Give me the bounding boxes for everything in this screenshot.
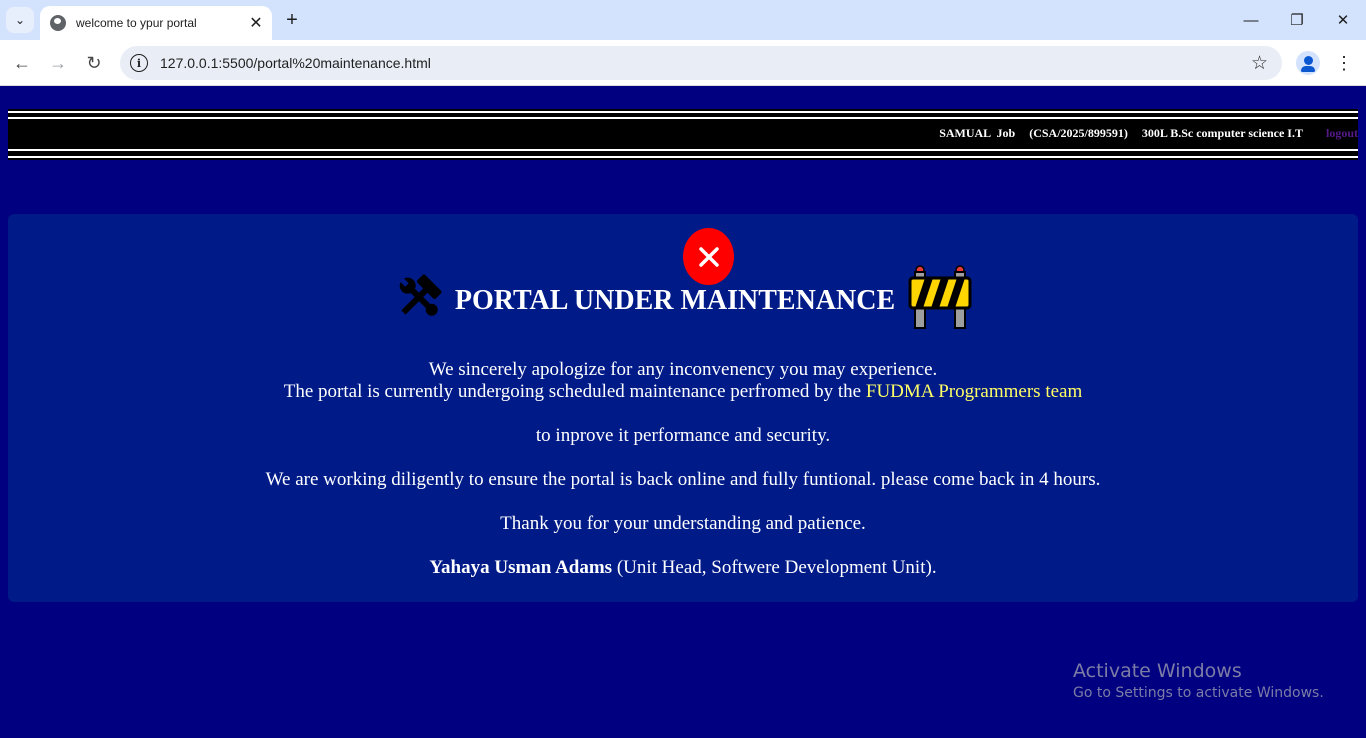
restore-button[interactable]: ❐ xyxy=(1274,0,1320,40)
page-title: PORTAL UNDER MAINTENANCE xyxy=(454,285,896,316)
header-rule-bottom-2 xyxy=(8,156,1358,158)
site-info-icon[interactable]: i xyxy=(130,54,148,72)
new-tab-button[interactable]: + xyxy=(280,8,304,32)
header-rule-top-1 xyxy=(8,111,1358,113)
globe-icon xyxy=(50,15,66,31)
browser-tab-bar: ⌄ welcome to ypur portal ✕ + — ❐ ✕ xyxy=(0,0,1366,40)
browser-tab[interactable]: welcome to ypur portal ✕ xyxy=(40,6,272,40)
construction-barrier-icon xyxy=(907,264,973,338)
chevron-down-icon: ⌄ xyxy=(14,13,26,27)
url-text[interactable]: 127.0.0.1:5500/portal%20maintenance.html xyxy=(160,55,431,71)
tools-icon xyxy=(393,271,445,331)
browser-toolbar: ← → ↻ i 127.0.0.1:5500/portal%20maintena… xyxy=(0,40,1366,86)
student-program: 300L B.Sc computer science I.T xyxy=(1141,126,1303,140)
browser-menu-icon[interactable]: ⋮ xyxy=(1332,51,1356,75)
apology-line: We sincerely apologize for any inconvene… xyxy=(428,359,938,380)
minimize-button[interactable]: — xyxy=(1228,0,1274,40)
maintenance-notice-card: PORTAL UNDER MAINTENANCE We sincerely ap… xyxy=(8,214,1358,602)
student-info: SAMUAL Job (CSA/2025/899591) 300L B.Sc c… xyxy=(925,126,1358,141)
address-bar[interactable]: i 127.0.0.1:5500/portal%20maintenance.ht… xyxy=(120,46,1282,80)
reload-button[interactable]: ↻ xyxy=(82,51,106,75)
team-name: FUDMA Programmers team xyxy=(865,381,1083,402)
maintenance-heading-row: PORTAL UNDER MAINTENANCE xyxy=(8,264,1358,338)
back-button[interactable]: ← xyxy=(10,51,34,75)
forward-button[interactable]: → xyxy=(46,51,70,75)
maintenance-info-line: The portal is currently undergoing sched… xyxy=(8,381,1358,403)
thank-you-line: Thank you for your understanding and pat… xyxy=(500,513,866,534)
watermark-subtitle: Go to Settings to activate Windows. xyxy=(1073,685,1324,701)
tab-title: welcome to ypur portal xyxy=(76,16,197,30)
header-rule-bottom-1 xyxy=(8,149,1358,151)
logout-link[interactable]: logout xyxy=(1326,126,1358,141)
profile-icon-head xyxy=(1303,56,1313,65)
student-reg-no: (CSA/2025/899591) xyxy=(1029,126,1128,140)
tab-close-icon[interactable]: ✕ xyxy=(246,13,266,33)
signatory-name: Yahaya Usman Adams xyxy=(429,557,613,578)
student-name: SAMUAL Job xyxy=(939,126,1016,140)
windows-activation-watermark: Activate Windows Go to Settings to activ… xyxy=(1073,660,1324,701)
page-content: SAMUAL Job (CSA/2025/899591) 300L B.Sc c… xyxy=(0,87,1366,738)
signatory-role: (Unit Head, Softwere Development Unit). xyxy=(612,557,937,578)
tab-search-button[interactable]: ⌄ xyxy=(6,7,34,33)
profile-icon-body xyxy=(1301,66,1315,72)
signature-line: Yahaya Usman Adams (Unit Head, Softwere … xyxy=(8,557,1358,579)
bookmark-star-icon[interactable]: ☆ xyxy=(1251,52,1268,75)
return-time-line: We are working diligently to ensure the … xyxy=(265,469,1101,490)
student-header-bar: SAMUAL Job (CSA/2025/899591) 300L B.Sc c… xyxy=(8,109,1358,160)
window-close-button[interactable]: ✕ xyxy=(1320,0,1366,40)
header-rule-top-2 xyxy=(8,117,1358,119)
improvement-line: to inprove it performance and security. xyxy=(535,425,831,446)
maintenance-info-text: The portal is currently undergoing sched… xyxy=(283,381,866,402)
watermark-title: Activate Windows xyxy=(1073,660,1242,682)
profile-avatar[interactable] xyxy=(1296,51,1320,75)
